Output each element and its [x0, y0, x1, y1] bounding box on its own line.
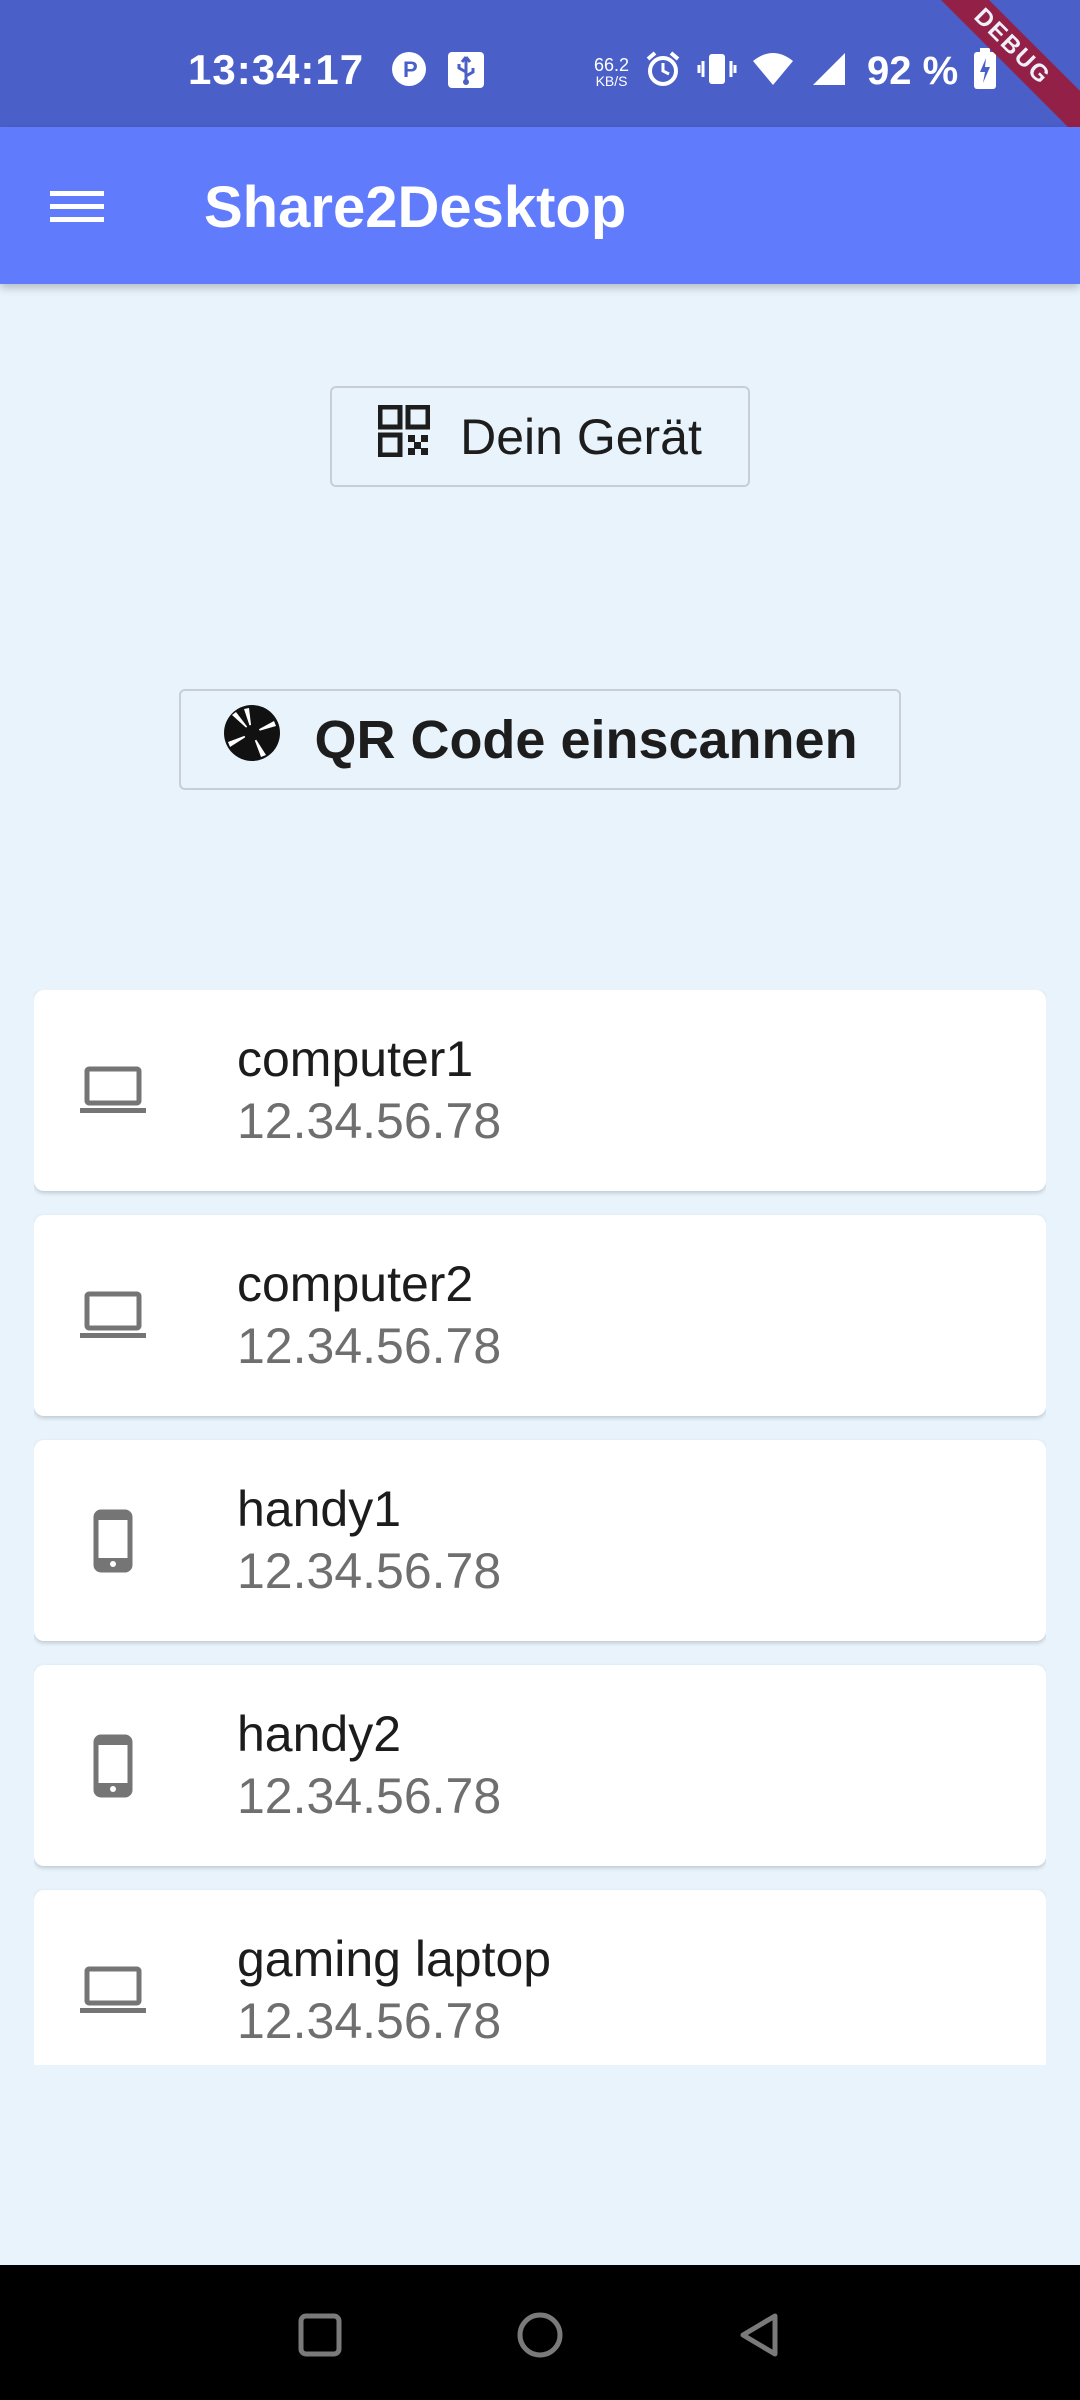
- device-name: computer1: [237, 1031, 474, 1087]
- battery-percentage: 92 %: [867, 49, 959, 93]
- device-card-gaming-laptop[interactable]: gaming laptop 12.34.56.78: [34, 1890, 1046, 2065]
- camera-shutter-icon: [222, 703, 282, 776]
- device-name: gaming laptop: [237, 1931, 552, 1987]
- laptop-icon: [78, 1956, 148, 2026]
- home-button[interactable]: [500, 2295, 580, 2375]
- device-card-computer2[interactable]: computer2 12.34.56.78: [34, 1215, 1046, 1416]
- your-device-label: Dein Gerät: [460, 408, 702, 465]
- menu-button[interactable]: [36, 171, 118, 243]
- recents-icon: [298, 2313, 342, 2357]
- device-name: computer2: [237, 1256, 474, 1312]
- wifi-icon: [751, 49, 795, 94]
- back-icon: [740, 2313, 778, 2357]
- scan-qr-code-button[interactable]: QR Code einscannen: [179, 689, 901, 790]
- device-list: computer1 12.34.56.78 computer2 12.34.56…: [34, 990, 1046, 2065]
- back-button[interactable]: [720, 2295, 800, 2375]
- device-ip: 12.34.56.78: [237, 1543, 502, 1599]
- app-title: Share2Desktop: [204, 175, 627, 240]
- device-name: handy2: [237, 1706, 402, 1762]
- alarm-icon: [643, 49, 683, 94]
- smartphone-icon: [78, 1731, 148, 1801]
- signal-icon: [809, 49, 847, 94]
- laptop-icon: [78, 1056, 148, 1126]
- menu-icon: [50, 191, 104, 222]
- device-ip: 12.34.56.78: [237, 1093, 502, 1149]
- p-circle-icon: P: [390, 50, 428, 95]
- qr-code-icon: [377, 404, 431, 469]
- device-ip: 12.34.56.78: [237, 1993, 502, 2049]
- battery-charging-icon: [972, 48, 998, 95]
- home-icon: [517, 2312, 563, 2358]
- app-bar: Share2Desktop: [0, 127, 1080, 284]
- navigation-bar: [0, 2265, 1080, 2400]
- vibrate-icon: [697, 49, 737, 94]
- status-icons-right: 66.2 KB/S 92 %: [594, 48, 998, 95]
- your-device-button[interactable]: Dein Gerät: [330, 386, 750, 487]
- status-time: 13:34:17: [188, 46, 365, 93]
- status-icons-left: P: [390, 50, 486, 95]
- network-speed-unit: KB/S: [595, 72, 628, 89]
- usb-icon: [446, 50, 486, 95]
- network-speed-value: 66.2: [594, 54, 630, 75]
- device-card-handy2[interactable]: handy2 12.34.56.78: [34, 1665, 1046, 1866]
- status-bar: 13:34:17 P 66.2 KB/S 92 % DEBUG: [0, 0, 1080, 151]
- device-name: handy1: [237, 1481, 402, 1537]
- device-card-handy1[interactable]: handy1 12.34.56.78: [34, 1440, 1046, 1641]
- network-speed: 66.2 KB/S: [594, 56, 629, 88]
- recents-button[interactable]: [280, 2295, 360, 2375]
- scan-qr-code-label: QR Code einscannen: [314, 709, 858, 770]
- device-ip: 12.34.56.78: [237, 1768, 502, 1824]
- device-ip: 12.34.56.78: [237, 1318, 502, 1374]
- device-card-computer1[interactable]: computer1 12.34.56.78: [34, 990, 1046, 1191]
- laptop-icon: [78, 1281, 148, 1351]
- smartphone-icon: [78, 1506, 148, 1576]
- svg-text:P: P: [403, 57, 418, 82]
